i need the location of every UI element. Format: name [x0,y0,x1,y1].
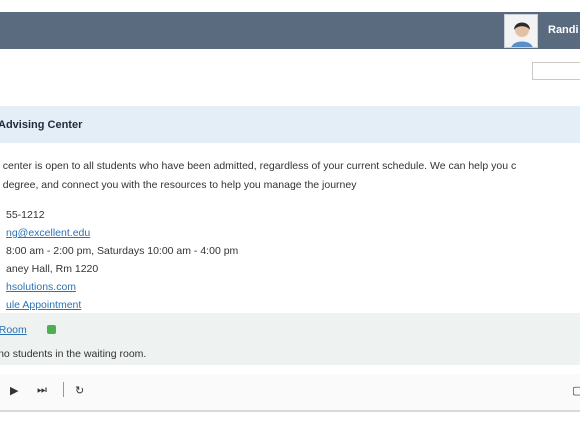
refresh-icon[interactable]: ↻ [75,384,84,397]
waiting-room-link[interactable]: g Room [0,324,27,336]
office-hours: 8:00 am - 2:00 pm, Saturdays 10:00 am - … [6,245,239,257]
overflow-control-icon[interactable]: ▢ [572,384,580,397]
external-link-icon [47,325,56,334]
waiting-room-message: are no students in the waiting room. [0,348,147,360]
phone-number: 55-1212 [6,209,45,221]
user-avatar[interactable] [504,14,538,48]
description-line-2: d degree, and connect you with the resou… [0,179,357,191]
media-controls: ▶ ⏭ ↻ ▢ [0,374,580,410]
search-input[interactable] [532,62,580,80]
website-link[interactable]: hsolutions.com [6,281,76,299]
panel-description: g center is open to all students who hav… [0,157,580,195]
panel-title: Advising Center [0,119,83,131]
email-link[interactable]: ng@excellent.edu [6,227,90,245]
user-avatar-image [505,15,537,47]
play-icon[interactable]: ▶ [10,384,18,397]
top-navigation-bar: Randi [0,12,580,49]
toolbar-divider [63,382,64,397]
panel-header: Advising Center [0,106,580,143]
skip-forward-icon[interactable]: ⏭ [37,384,47,397]
advising-center-panel: Advising Center g center is open to all … [0,106,580,412]
description-line-1: g center is open to all students who hav… [0,160,517,172]
office-location: aney Hall, Rm 1220 [6,263,99,275]
user-name[interactable]: Randi [548,24,579,36]
waiting-room-section: g Room are no students in the waiting ro… [0,313,580,365]
